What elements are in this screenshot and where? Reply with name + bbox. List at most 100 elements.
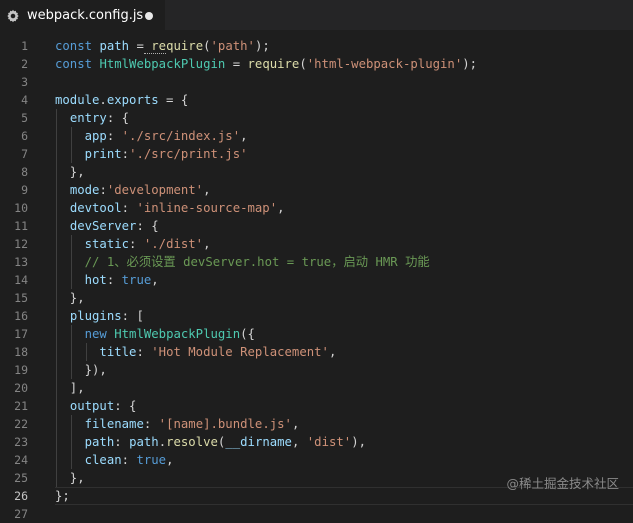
indent-guide	[56, 109, 57, 487]
code-token: ,	[240, 129, 248, 143]
code-line[interactable]: }),	[55, 361, 633, 379]
code-token: __dirname	[225, 435, 292, 449]
code-line[interactable]: module.exports = {	[55, 91, 633, 109]
line-number: 13	[14, 255, 28, 269]
code-token: };	[55, 489, 70, 503]
line-number: 15	[14, 291, 28, 305]
code-token: HtmlWebpackPlugin	[114, 327, 241, 341]
code-token: true	[136, 453, 167, 467]
code-token: :	[143, 417, 159, 431]
code-token: (	[299, 57, 307, 71]
code-token: 'inline-source-map'	[136, 201, 278, 215]
code-token: true	[121, 273, 152, 287]
code-line[interactable]: static: './dist',	[55, 235, 633, 253]
line-number: 25	[14, 471, 28, 485]
code-line[interactable]: // 1、必须设置 devServer.hot = true，启动 HMR 功能	[55, 253, 633, 271]
line-number: 19	[14, 363, 28, 377]
code-line[interactable]: ],	[55, 379, 633, 397]
code-token: ,	[203, 237, 211, 251]
code-token: :	[121, 201, 137, 215]
code-line[interactable]: path: path.resolve(__dirname, 'dist'),	[55, 433, 633, 451]
code-line[interactable]: print:'./src/print.js'	[55, 145, 633, 163]
line-number: 22	[14, 417, 28, 431]
line-number: 18	[14, 345, 28, 359]
code-token: 'Hot Module Replacement'	[151, 345, 329, 359]
line-number: 9	[21, 183, 28, 197]
code-token: );	[254, 39, 270, 53]
line-number: 17	[14, 327, 28, 341]
code-token: static	[84, 237, 130, 251]
line-number: 4	[21, 93, 28, 107]
code-token: './src/print.js'	[129, 147, 248, 161]
code-token: '[name].bundle.js'	[158, 417, 292, 431]
code-token: }),	[55, 363, 107, 377]
line-number-gutter: 1 2 3 4 5 6 7 8 9 10 11 12 13 14 15 16 17 18 19 20 21 22 23 24 2…	[0, 37, 40, 521]
code-token: app	[84, 129, 107, 143]
code-line[interactable]: output: {	[55, 397, 633, 415]
line-number: 21	[14, 399, 28, 413]
line-number: 6	[21, 129, 28, 143]
code-token: :	[136, 345, 152, 359]
code-token: print	[84, 147, 122, 161]
code-token: :	[121, 453, 137, 467]
code-area[interactable]: const path = require('path'); const HtmlW…	[55, 37, 633, 511]
code-line[interactable]: const HtmlWebpackPlugin = require('html-…	[55, 55, 633, 73]
code-token: clean	[84, 453, 122, 467]
code-token: hot	[84, 273, 107, 287]
line-number: 20	[14, 381, 28, 395]
code-line[interactable]: filename: '[name].bundle.js',	[55, 415, 633, 433]
line-number: 5	[21, 111, 28, 125]
code-line[interactable]: mode:'development',	[55, 181, 633, 199]
code-line[interactable]: },	[55, 289, 633, 307]
code-token: :	[121, 147, 130, 161]
code-line[interactable]: app: './src/index.js',	[55, 127, 633, 145]
gear-icon	[6, 9, 20, 23]
code-token: path	[84, 435, 115, 449]
code-line[interactable]	[55, 505, 633, 523]
code-line[interactable]: new HtmlWebpackPlugin({	[55, 325, 633, 343]
code-token: : [	[121, 309, 144, 323]
line-number: 3	[21, 75, 28, 89]
code-line[interactable]: title: 'Hot Module Replacement',	[55, 343, 633, 361]
code-token: const	[55, 39, 93, 53]
code-token: ],	[55, 381, 85, 395]
code-token: './src/index.js'	[121, 129, 241, 143]
code-token: devtool	[69, 201, 122, 215]
code-line[interactable]: plugins: [	[55, 307, 633, 325]
code-token: path	[129, 435, 159, 449]
code-token: path	[99, 39, 130, 53]
unsaved-dot-icon[interactable]	[145, 12, 153, 20]
line-number: 11	[14, 219, 28, 233]
code-line[interactable]: const path = require('path');	[55, 37, 633, 55]
code-line[interactable]: devtool: 'inline-source-map',	[55, 199, 633, 217]
code-token: title	[99, 345, 137, 359]
code-token: ,	[166, 453, 174, 467]
line-number: 16	[14, 309, 28, 323]
code-token: plugins	[69, 309, 122, 323]
indent-guide	[85, 343, 87, 361]
code-line[interactable]: devServer: {	[55, 217, 633, 235]
code-line[interactable]	[55, 73, 633, 91]
code-line[interactable]: hot: true,	[55, 271, 633, 289]
code-token: ),	[351, 435, 367, 449]
line-number: 10	[14, 201, 28, 215]
line-number: 23	[14, 435, 28, 449]
code-token: ,	[203, 183, 211, 197]
line-number: 14	[14, 273, 28, 287]
code-line[interactable]: entry: {	[55, 109, 633, 127]
tab-bar: webpack.config.js	[0, 0, 633, 30]
code-token: :	[129, 237, 144, 251]
code-line[interactable]: clean: true,	[55, 451, 633, 469]
code-token: },	[55, 291, 85, 305]
code-token: entry	[69, 111, 107, 125]
code-editor[interactable]: 1 2 3 4 5 6 7 8 9 10 11 12 13 14 15 16 17 18 19 20 21 22 23 24 2…	[0, 37, 633, 521]
code-token: :	[99, 183, 107, 197]
code-token: const	[55, 57, 93, 71]
code-token: new	[84, 327, 107, 341]
code-line[interactable]: },	[55, 163, 633, 181]
tab-webpack-config[interactable]: webpack.config.js	[0, 0, 165, 30]
